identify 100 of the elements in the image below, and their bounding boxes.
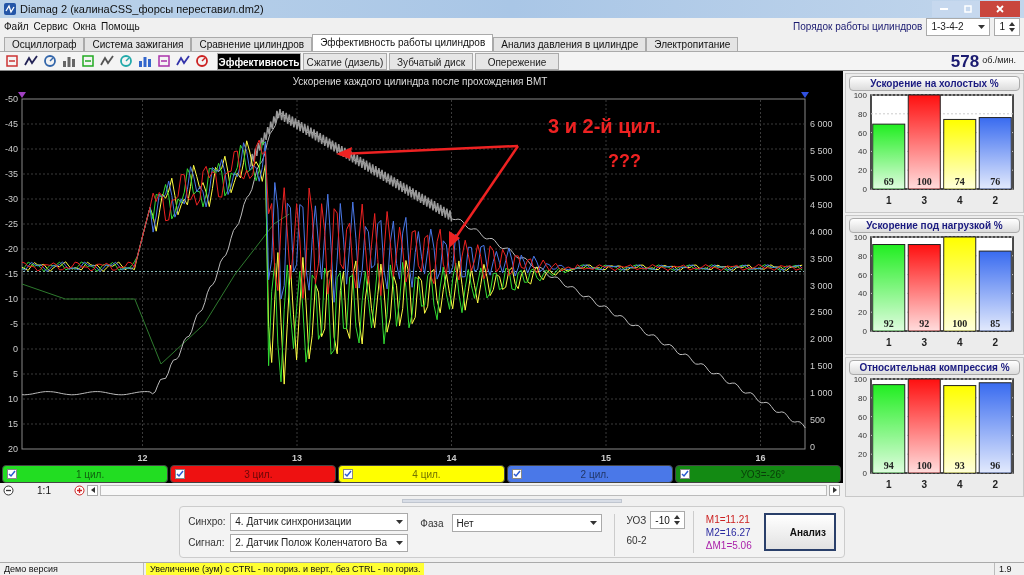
axis-tick-label: 20 <box>8 444 18 454</box>
menu-item[interactable]: Помощь <box>101 19 140 34</box>
axis-category-label: 3 <box>921 337 928 348</box>
axis-category-label: 2 <box>992 337 999 348</box>
gauge-icon[interactable] <box>42 53 58 69</box>
zoom-in-icon[interactable] <box>74 484 85 496</box>
uoz-spinner[interactable]: -10 <box>650 511 685 529</box>
chart-title: Относительная компрессия % <box>849 360 1020 375</box>
subtab[interactable]: Зубчатый диск <box>389 52 473 70</box>
bar-value-label: 94 <box>883 460 894 471</box>
axis-tick-label: 0 <box>862 185 867 194</box>
chart-title: Ускорение под нагрузкой % <box>849 218 1020 233</box>
gear-pattern-label: 60-2 <box>626 534 648 548</box>
bar-value-label: 76 <box>990 176 1001 187</box>
signal-select[interactable]: 2. Датчик Полож Коленчатого Ва <box>230 533 409 552</box>
legend-item[interactable]: 1 цил. <box>2 465 169 483</box>
check-icon <box>680 470 689 478</box>
check-icon <box>344 470 353 478</box>
start-marker-icon[interactable] <box>18 92 26 98</box>
axis-category-label: 1 <box>885 337 892 348</box>
analyze-button[interactable]: Анализ <box>763 513 836 551</box>
zoom-out-icon[interactable] <box>3 484 14 496</box>
menu-item[interactable]: Сервис <box>33 19 68 34</box>
axis-tick-label: 40 <box>858 289 867 299</box>
axis-tick-label: 12 <box>137 453 148 463</box>
phase-label: Фаза <box>420 517 444 531</box>
legend-label: 4 цил. <box>411 467 442 482</box>
axis-category-label: 1 <box>885 195 892 206</box>
axis-tick-label: 13 <box>292 453 302 463</box>
axis-tick-label: 2 000 <box>810 334 833 345</box>
dropdown-arrow-icon <box>978 24 986 29</box>
scroll-right-button[interactable] <box>829 484 840 496</box>
tab[interactable]: Осциллограф <box>4 37 85 51</box>
close-icon <box>996 5 1004 13</box>
checkbox[interactable] <box>511 469 522 479</box>
axis-category-label: 4 <box>956 195 963 206</box>
bar-value-label: 100 <box>916 460 932 471</box>
tab[interactable]: Эффективность работы цилиндров <box>312 34 494 51</box>
tab[interactable]: Сравнение цилиндров <box>191 37 313 51</box>
status-hint: Увеличение (зум) с CTRL - по гориз. и верт., без CTRL - по гориз. <box>146 563 425 575</box>
axis-category-label: 2 <box>992 195 999 206</box>
checkbox[interactable] <box>7 469 17 479</box>
axis-category-label: 4 <box>956 337 963 348</box>
legend-label: 3 цил. <box>243 467 274 482</box>
legend-label: 1 цил. <box>74 467 106 482</box>
splitter-handle[interactable] <box>402 499 622 503</box>
checkbox[interactable] <box>679 469 690 479</box>
close-button[interactable] <box>980 1 1020 17</box>
bar-value-label: 93 <box>954 460 965 471</box>
spinner-arrows-icon <box>673 515 680 525</box>
chart-title: Ускорение на холостых % <box>849 76 1020 91</box>
bar-value-label: 92 <box>883 318 894 329</box>
checkbox[interactable] <box>343 469 354 479</box>
axis-tick-label: 1 000 <box>810 388 833 399</box>
bar-value-label: 92 <box>919 318 930 329</box>
dropdown-arrow-icon <box>589 521 597 525</box>
legend-item[interactable]: 4 цил. <box>338 465 505 483</box>
axis-tick-label: 10 <box>8 394 18 404</box>
bar-value-label: 69 <box>883 176 894 187</box>
marker-reading: ΔM1=5.06 <box>705 538 752 552</box>
phase-select[interactable]: Нет <box>451 514 602 532</box>
subtab[interactable]: Эффективность <box>217 52 301 70</box>
axis-tick-label: 20 <box>858 166 867 176</box>
tab[interactable]: Система зажигания <box>84 37 192 51</box>
axis-category-label: 3 <box>921 195 928 206</box>
menu-item[interactable]: Окна <box>72 19 97 34</box>
axis-tick-label: -15 <box>5 269 18 279</box>
scroll-left-button[interactable] <box>87 484 98 496</box>
axis-tick-label: 60 <box>858 412 867 422</box>
axis-tick-label: 0 <box>13 344 18 354</box>
tab[interactable]: Анализ давления в цилиндре <box>493 37 647 51</box>
axis-tick-label: 1 500 <box>810 361 833 372</box>
menu-item[interactable]: Файл <box>4 19 29 34</box>
subtab[interactable]: Сжатие (дизель) <box>303 52 387 70</box>
bar-value-label: 100 <box>916 176 932 187</box>
tab[interactable]: Электропитание <box>646 37 739 51</box>
annotation-text: 3 и 2-й цил. <box>548 115 662 137</box>
subtab[interactable]: Опережение <box>475 52 559 70</box>
axis-tick-label: 100 <box>853 91 867 100</box>
axis-tick-label: -10 <box>5 294 18 304</box>
checkbox[interactable] <box>175 469 186 479</box>
sync-select[interactable]: 4. Датчик синхронизации <box>230 512 409 531</box>
axis-tick-label: 60 <box>858 270 867 280</box>
annotation-text: ??? <box>608 151 641 171</box>
signal-label: Сигнал: <box>188 536 226 550</box>
axis-tick-label: 6 000 <box>810 119 833 129</box>
check-icon <box>8 470 16 478</box>
status-text: Демо версия <box>0 563 144 575</box>
axis-tick-label: 80 <box>858 109 867 119</box>
horizontal-scrollbar[interactable] <box>100 484 827 496</box>
restore-icon <box>964 5 972 13</box>
axis-tick-label: 40 <box>858 431 867 441</box>
axis-tick-label: 40 <box>858 147 867 157</box>
axis-tick-label: 4 000 <box>810 226 833 237</box>
axis-tick-label: -40 <box>5 144 18 154</box>
axis-tick-label: 500 <box>810 415 826 426</box>
axis-tick-label: -30 <box>5 194 18 204</box>
cylinder-order-label: Порядок работы цилиндров <box>793 20 923 34</box>
legend-label: 2 цил. <box>579 467 610 482</box>
end-marker-icon[interactable] <box>801 92 809 98</box>
